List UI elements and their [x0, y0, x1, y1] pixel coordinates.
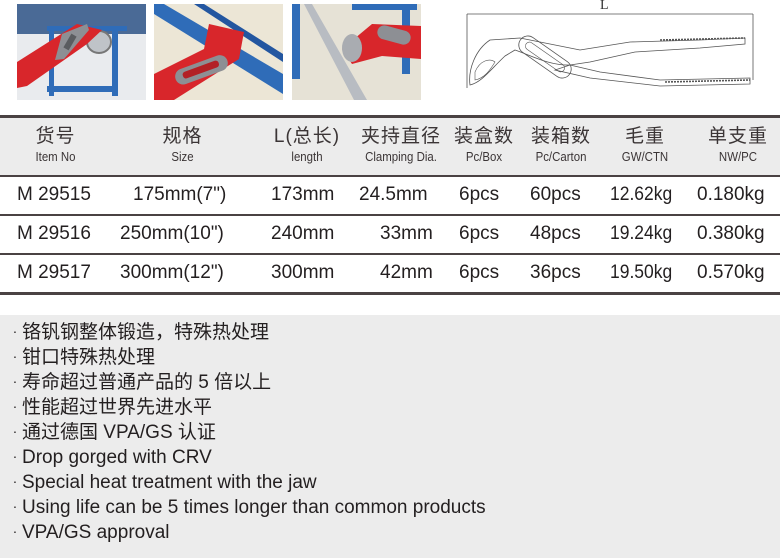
- header-size: 规格 Size: [162, 126, 203, 164]
- feature-item: · Drop gorged with CRV: [8, 444, 780, 469]
- cell-length: 240mm: [271, 223, 335, 244]
- bullet-icon: ·: [12, 423, 18, 439]
- cell-carton: 60pcs: [530, 184, 581, 205]
- feature-list-panel: · 铬钒钢整体锻造，特殊热处理 · 钳口特殊热处理 · 寿命超过普通产品的 5 倍以上…: [0, 315, 780, 558]
- feature-item: · 性能超过世界先进水平: [8, 394, 780, 419]
- table-row: M 29515 175mm(7") 173mm 24.5mm 6pcs 60pc…: [0, 177, 780, 216]
- cell-gw: 19.50kg: [610, 262, 673, 283]
- feature-item: · 铬钒钢整体锻造，特殊热处理: [8, 319, 780, 344]
- header-pc-box: 装盒数 Pc/Box: [453, 126, 514, 164]
- cell-size: 300mm(12"): [120, 262, 224, 283]
- header-pc-carton: 装箱数 Pc/Carton: [530, 126, 591, 164]
- cell-size: 175mm(7"): [133, 184, 227, 205]
- cell-length: 300mm: [271, 262, 335, 283]
- feature-list: · 铬钒钢整体锻造，特殊热处理 · 钳口特殊热处理 · 寿命超过普通产品的 5 倍以上…: [0, 315, 780, 544]
- bullet-icon: ·: [12, 373, 18, 389]
- pliers-dimension-diagram: [466, 13, 754, 88]
- feature-item: · 寿命超过普通产品的 5 倍以上: [8, 369, 780, 394]
- cell-clamp: 42mm: [380, 262, 433, 283]
- product-photo-pipe: [17, 4, 146, 100]
- product-photo-bolt: [154, 4, 283, 100]
- dimension-label-l: L: [600, 0, 609, 13]
- feature-item: · 钳口特殊热处理: [8, 344, 780, 369]
- bullet-icon: ·: [12, 398, 18, 414]
- table-row: M 29516 250mm(10") 240mm 33mm 6pcs 48pcs…: [0, 216, 780, 255]
- cell-item: M 29517: [17, 262, 91, 283]
- table-body: M 29515 175mm(7") 173mm 24.5mm 6pcs 60pc…: [0, 177, 780, 295]
- cell-nw: 0.180kg: [697, 184, 765, 205]
- bullet-icon: ·: [12, 323, 18, 339]
- cell-item: M 29516: [17, 223, 91, 244]
- table-header: 货号 Item No 规格 Size L(总长) length 夹持直径 Cla…: [0, 118, 780, 175]
- cell-carton: 48pcs: [530, 223, 581, 244]
- feature-item: · Special heat treatment with the jaw: [8, 469, 780, 494]
- cell-gw: 12.62kg: [610, 184, 673, 205]
- spec-table: 货号 Item No 规格 Size L(总长) length 夹持直径 Cla…: [0, 115, 780, 295]
- bullet-icon: ·: [12, 473, 18, 489]
- feature-item: · VPA/GS approval: [8, 519, 780, 544]
- cell-nw: 0.570kg: [697, 262, 765, 283]
- cell-length: 173mm: [271, 184, 335, 205]
- header-gw-ctn: 毛重 GW/CTN: [621, 126, 669, 164]
- feature-item: · 通过德国 VPA/GS 认证: [8, 419, 780, 444]
- cell-carton: 36pcs: [530, 262, 581, 283]
- header-length: L(总长) length: [273, 126, 341, 164]
- cell-size: 250mm(10"): [120, 223, 224, 244]
- cell-gw: 19.24kg: [610, 223, 673, 244]
- table-row: M 29517 300mm(12") 300mm 42mm 6pcs 36pcs…: [0, 255, 780, 295]
- bullet-icon: ·: [12, 523, 18, 539]
- header-nw-pc: 单支重 NW/PC: [707, 126, 768, 164]
- header-item-no: 货号 Item No: [35, 126, 76, 164]
- product-photo-rod: [292, 4, 421, 100]
- cell-box: 6pcs: [459, 262, 500, 283]
- cell-item: M 29515: [17, 184, 91, 205]
- cell-box: 6pcs: [459, 184, 500, 205]
- cell-nw: 0.380kg: [697, 223, 765, 244]
- cell-clamp: 24.5mm: [359, 184, 428, 205]
- feature-item: · Using life can be 5 times longer than c…: [8, 494, 780, 519]
- bullet-icon: ·: [12, 348, 18, 364]
- bullet-icon: ·: [12, 448, 18, 464]
- cell-box: 6pcs: [459, 223, 500, 244]
- header-clamping-dia: 夹持直径 Clamping Dia.: [360, 126, 441, 164]
- cell-clamp: 33mm: [380, 223, 433, 244]
- bullet-icon: ·: [12, 498, 18, 514]
